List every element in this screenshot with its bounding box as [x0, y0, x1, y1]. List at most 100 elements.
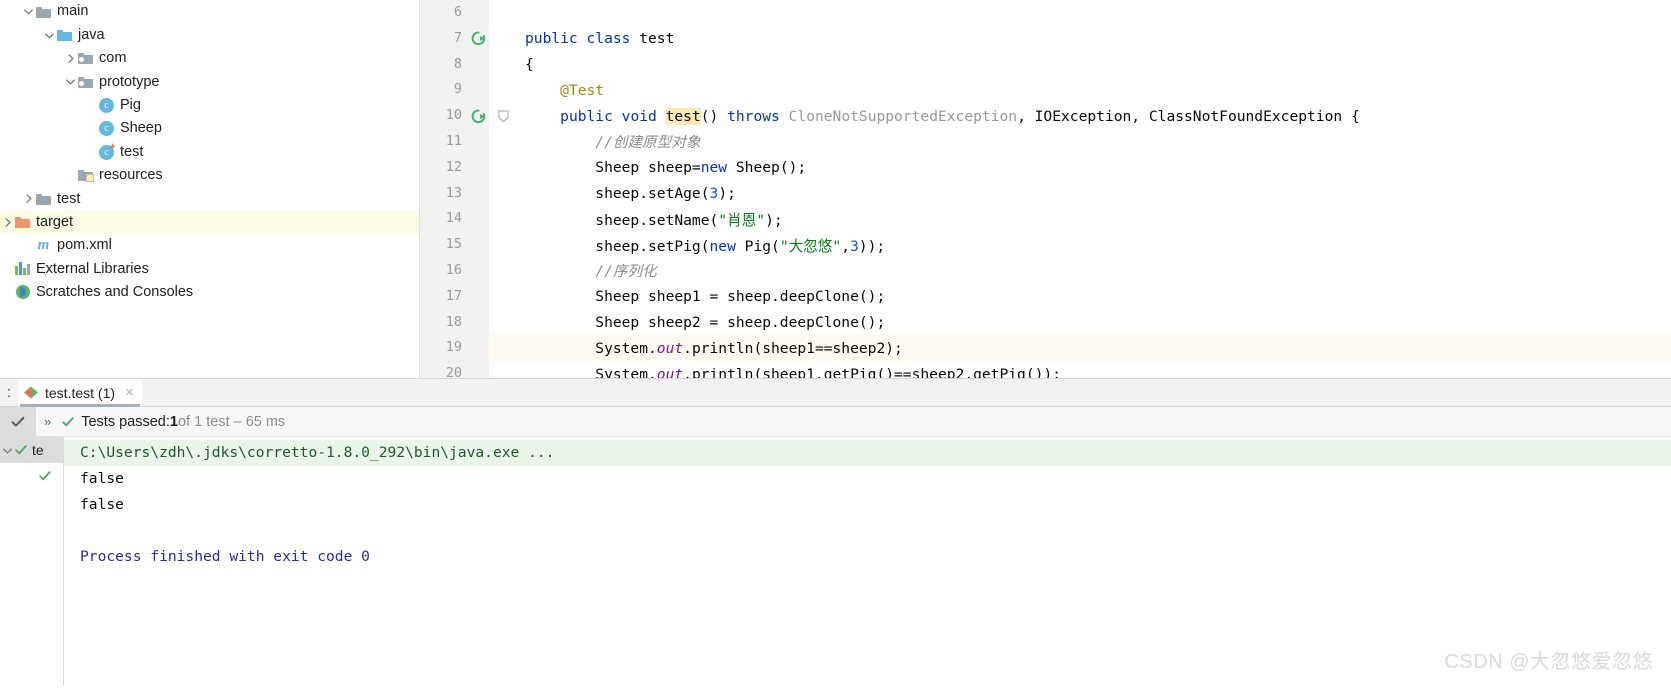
green-check-icon [14, 443, 28, 457]
code-line[interactable]: 7 public class test [419, 25, 1671, 52]
code-token: new [700, 159, 736, 177]
tree-item-label: pom.xml [57, 237, 112, 254]
code-text[interactable]: public void test() throws CloneNotSuppor… [517, 107, 1360, 125]
code-text[interactable]: sheep.setAge(3); [517, 185, 736, 202]
code-line[interactable]: 18 Sheep sheep2 = sheep.deepClone(); [419, 309, 1671, 336]
line-number[interactable]: 20 [419, 361, 467, 378]
code-token: .println(sheep1.getPig()==sheep2.getPig(… [683, 365, 1061, 378]
code-line[interactable]: 10 public void test() throws CloneNotSup… [419, 103, 1671, 129]
code-text[interactable]: Sheep sheep2 = sheep.deepClone(); [517, 314, 885, 331]
line-number[interactable]: 10 [419, 103, 467, 129]
tree-item-label: test [57, 190, 81, 207]
code-line[interactable]: 20 System.out.println(sheep1.getPig()==s… [419, 361, 1671, 378]
code-token: sheep.setPig( [525, 237, 710, 255]
tree-item-sheep[interactable]: c Sheep [0, 117, 419, 140]
code-text[interactable]: sheep.setPig(new Pig("大忽悠",3)); [517, 235, 885, 256]
code-line[interactable]: 12 Sheep sheep=new Sheep(); [419, 154, 1671, 181]
project-tree-panel[interactable]: main java com prototype c Pig c Sheep c test resou… [0, 0, 419, 378]
csdn-watermark: CSDN @大忽悠爱忽悠 [1444, 651, 1653, 673]
code-text[interactable]: Sheep sheep1 = sheep.deepClone(); [517, 288, 885, 305]
chevron-down-icon[interactable] [63, 75, 77, 89]
code-line[interactable]: 13 sheep.setAge(3); [419, 180, 1671, 207]
fold-spacer [489, 180, 517, 207]
code-text[interactable]: System.out.println(sheep1.getPig()==shee… [517, 366, 1061, 378]
tree-item-pig[interactable]: c Pig [0, 94, 419, 117]
code-line[interactable]: 9 @Test [419, 77, 1671, 104]
line-number[interactable]: 15 [419, 232, 467, 258]
test-results-tree[interactable]: te [0, 437, 64, 686]
code-line[interactable]: 8{ [419, 51, 1671, 78]
code-line[interactable]: 11 //创建原型对象 [419, 128, 1671, 155]
close-icon[interactable]: × [125, 384, 134, 401]
tree-item-test[interactable]: test [0, 187, 419, 210]
tool-window-label: : [6, 384, 12, 401]
console-output[interactable]: C:\Users\zdh\.jdks\corretto-1.8.0_292\bi… [64, 437, 1671, 686]
tree-item-main[interactable]: main [0, 0, 419, 23]
chevron-right-icon[interactable] [63, 51, 77, 65]
fold-spacer [489, 0, 517, 26]
tree-item-test[interactable]: c test [0, 140, 419, 163]
code-line[interactable]: 6 [419, 0, 1671, 26]
tree-item-resources[interactable]: resources [0, 164, 419, 187]
tree-item-prototype[interactable]: prototype [0, 70, 419, 93]
tree-item-java[interactable]: java [0, 23, 419, 46]
line-number[interactable]: 11 [419, 128, 467, 155]
test-status-row: » Tests passed: 1 of 1 test – 65 ms [0, 406, 1671, 437]
run-test-gutter-icon[interactable] [467, 25, 489, 52]
code-line[interactable]: 15 sheep.setPig(new Pig("大忽悠",3)); [419, 232, 1671, 258]
console-line: Process finished with exit code 0 [80, 548, 370, 565]
chevron-right-icon[interactable] [21, 192, 35, 206]
tab-test-test[interactable]: test.test (1) × [18, 378, 142, 407]
line-number[interactable]: 16 [419, 257, 467, 284]
code-line[interactable]: 16 //序列化 [419, 257, 1671, 284]
run-test-gutter-icon[interactable] [467, 103, 489, 129]
code-fold-icon[interactable] [489, 103, 517, 129]
line-number[interactable]: 9 [419, 77, 467, 104]
code-text[interactable]: //创建原型对象 [517, 131, 700, 152]
line-number[interactable]: 17 [419, 283, 467, 310]
folder-icon [35, 191, 52, 207]
test-tree-row[interactable] [0, 463, 63, 489]
tree-item-external-libraries[interactable]: External Libraries [0, 257, 419, 280]
code-token: Sheep sheep1 = sheep.deepClone(); [525, 288, 886, 306]
code-line[interactable]: 17 Sheep sheep1 = sheep.deepClone(); [419, 283, 1671, 310]
chevron-down-icon[interactable] [21, 5, 35, 19]
code-text[interactable]: @Test [517, 82, 604, 99]
code-text[interactable]: System.out.println(sheep1==sheep2); [517, 340, 903, 357]
tree-item-target[interactable]: target [0, 210, 419, 234]
line-number[interactable]: 14 [419, 206, 467, 233]
code-text[interactable]: public class test [517, 30, 674, 47]
scratches-icon [14, 284, 31, 300]
chevron-right-icon[interactable] [0, 215, 14, 229]
tree-item-pom-xml[interactable]: m pom.xml [0, 234, 419, 257]
line-number[interactable]: 18 [419, 309, 467, 336]
code-token: //创建原型对象 [525, 134, 701, 152]
console-line: C:\Users\zdh\.jdks\corretto-1.8.0_292\bi… [64, 440, 1671, 466]
tree-item-label: Pig [120, 97, 141, 113]
tree-item-scratches-and-consoles[interactable]: Scratches and Consoles [0, 281, 419, 304]
line-number[interactable]: 13 [419, 180, 467, 207]
chevron-down-icon[interactable] [0, 443, 14, 457]
code-editor-panel[interactable]: 6 7 public class test 8{9 @Test 10 public vo… [419, 0, 1671, 378]
line-number[interactable]: 12 [419, 154, 467, 181]
code-text[interactable]: sheep.setName("肖恩"); [517, 209, 782, 230]
code-text[interactable]: { [517, 56, 534, 73]
test-tree-row[interactable]: te [0, 437, 63, 463]
code-token: .println(sheep1==sheep2); [683, 339, 903, 357]
chevron-down-icon[interactable] [42, 28, 56, 42]
code-text[interactable]: //序列化 [517, 260, 657, 281]
toggle-test-results-button[interactable] [0, 406, 36, 437]
tree-item-com[interactable]: com [0, 47, 419, 70]
vertical-divider[interactable] [419, 0, 420, 378]
line-number[interactable]: 7 [419, 25, 467, 52]
expand-chevron-icon[interactable]: » [44, 414, 51, 429]
code-token: //序列化 [525, 263, 657, 281]
line-number[interactable]: 6 [419, 0, 467, 26]
code-line[interactable]: 14 sheep.setName("肖恩"); [419, 206, 1671, 233]
tab-label: test.test (1) [45, 384, 116, 401]
code-line[interactable]: 19 System.out.println(sheep1==sheep2); [419, 335, 1671, 362]
line-number[interactable]: 19 [419, 335, 467, 362]
line-number[interactable]: 8 [419, 51, 467, 78]
code-text[interactable]: Sheep sheep=new Sheep(); [517, 159, 806, 176]
folder-icon [35, 4, 52, 20]
